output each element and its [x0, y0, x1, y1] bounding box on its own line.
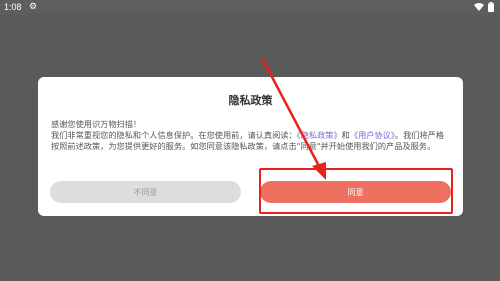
intro-text: 我们非常重视您的隐私和个人信息保护。在您使用前，请认真阅读：	[51, 130, 297, 140]
user-agreement-link[interactable]: 《用户协议》	[350, 130, 395, 140]
status-icons	[474, 2, 494, 12]
greeting-text: 感谢您使用识万物扫描！	[51, 119, 142, 129]
privacy-policy-link[interactable]: 《隐私政策》	[297, 130, 342, 140]
status-time: 1:08	[4, 2, 22, 12]
dialog-body: 感谢您使用识万物扫描！ 我们非常重视您的隐私和个人信息保护。在您使用前，请认真阅…	[51, 119, 451, 152]
annotation-highlight-box	[259, 168, 453, 214]
disagree-button[interactable]: 不同意	[50, 181, 241, 203]
wifi-icon	[474, 2, 484, 12]
gear-icon: ⚙	[29, 1, 38, 11]
dialog-title: 隐私政策	[228, 94, 273, 107]
and-text: 和	[341, 130, 350, 140]
battery-icon	[488, 2, 494, 12]
status-bar: 1:08 ⚙	[0, 0, 500, 14]
